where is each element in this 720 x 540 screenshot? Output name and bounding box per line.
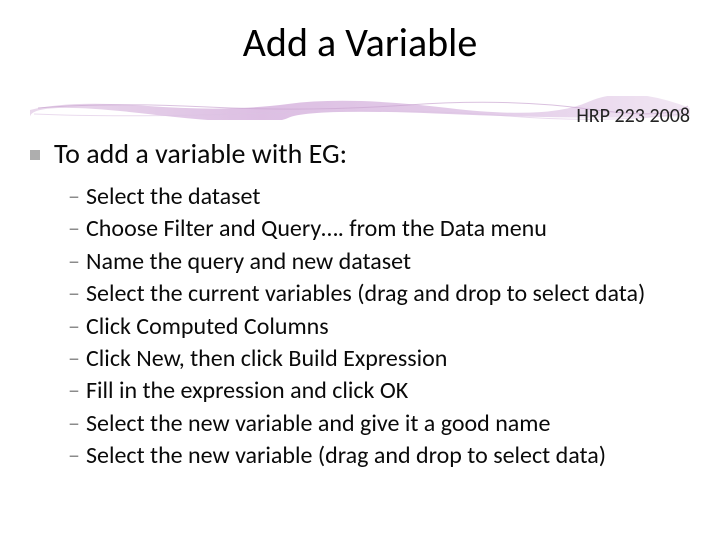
list-item: Choose Filter and Query…. from the Data …: [68, 213, 690, 245]
list-item: Select the current variables (drag and d…: [68, 278, 690, 310]
step-text: Click New, then click Build Expression: [86, 344, 447, 373]
step-text: Fill in the expression and click OK: [86, 376, 408, 405]
step-text: Select the dataset: [86, 182, 260, 211]
step-text: Choose Filter and Query…. from the Data …: [86, 214, 547, 243]
step-text: Select the new variable and give it a go…: [86, 409, 550, 438]
course-tag: HRP 223 2008: [576, 104, 690, 128]
slide: Add a Variable HRP 223 2008 To add a var…: [0, 18, 720, 540]
list-item: Fill in the expression and click OK: [68, 375, 690, 407]
step-text: Select the current variables (drag and d…: [86, 279, 645, 308]
content-block: To add a variable with EG: Select the da…: [30, 136, 690, 473]
slide-title: Add a Variable: [0, 18, 720, 67]
list-item: Name the query and new dataset: [68, 246, 690, 278]
list-item: Select the new variable (drag and drop t…: [68, 440, 690, 472]
step-text: Name the query and new dataset: [86, 247, 411, 276]
list-item: Click New, then click Build Expression: [68, 343, 690, 375]
list-item: Select the dataset: [68, 181, 690, 213]
list-item: Select the new variable and give it a go…: [68, 408, 690, 440]
step-text: Select the new variable (drag and drop t…: [86, 441, 606, 470]
steps-list: Select the dataset Choose Filter and Que…: [30, 181, 690, 473]
step-text: Click Computed Columns: [86, 312, 329, 341]
bullet-square-icon: [30, 150, 40, 160]
lead-text: To add a variable with EG:: [54, 136, 347, 171]
list-item: Click Computed Columns: [68, 311, 690, 343]
lead-line: To add a variable with EG:: [30, 136, 690, 171]
